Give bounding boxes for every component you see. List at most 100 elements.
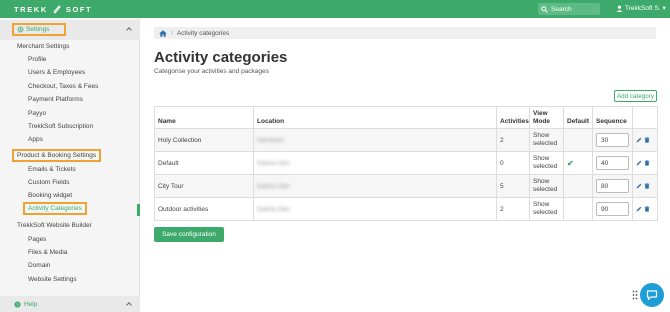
cell-view-mode: Show selected xyxy=(529,174,564,198)
trash-icon[interactable] xyxy=(644,206,650,212)
trash-icon[interactable] xyxy=(644,137,650,143)
help-icon: ? xyxy=(14,300,21,308)
caret-down-icon: ▾ xyxy=(662,5,666,12)
trash-icon[interactable] xyxy=(644,183,650,189)
brand-left: TREKK xyxy=(14,4,48,14)
cell-name: Default xyxy=(154,151,254,175)
user-name: TrekkSoft S. xyxy=(625,4,661,12)
cell-actions xyxy=(632,174,658,198)
sequence-input[interactable]: 80 xyxy=(596,179,629,193)
sequence-input[interactable]: 90 xyxy=(596,202,629,216)
cell-location: Hamilwer xyxy=(253,128,497,152)
cell-view-mode: Show selected xyxy=(529,128,564,152)
cell-default xyxy=(563,174,593,198)
edit-icon[interactable] xyxy=(636,160,642,166)
user-menu[interactable]: TrekkSoft S. ▾ xyxy=(616,4,666,12)
help-section[interactable]: ? Help xyxy=(0,296,140,312)
location-value: Hamilwer xyxy=(257,136,285,144)
cell-actions xyxy=(632,151,658,175)
cell-default xyxy=(563,128,593,152)
col-view-mode: View Mode xyxy=(529,106,564,129)
help-label: Help xyxy=(24,300,38,308)
sidebar-item-custom-fields[interactable]: Custom Fields xyxy=(28,179,70,186)
cell-location: Dalma Oen xyxy=(253,151,497,175)
sidebar-item-website-settings[interactable]: Website Settings xyxy=(28,276,77,283)
table-row: Default Dalma Oen 0 Show selected ✔ 40 xyxy=(154,151,658,175)
rocket-logo-icon xyxy=(53,5,61,14)
page-subtitle: Categorise your activities and packages xyxy=(154,68,269,75)
sidebar-item-profile[interactable]: Profile xyxy=(28,56,46,63)
cell-default xyxy=(563,197,593,221)
cell-location: Dalma Oen xyxy=(253,174,497,198)
col-activities: Activities xyxy=(496,106,530,129)
sidebar-item-checkout[interactable]: Checkout, Taxes & Fees xyxy=(28,83,98,90)
table-row: Holy Collection Hamilwer 2 Show selected 30 xyxy=(154,128,658,152)
default-check-icon: ✔ xyxy=(567,158,574,168)
location-value: Dalma Oen xyxy=(257,159,290,167)
sidebar-item-activity-categories[interactable]: Activity Categories xyxy=(23,202,87,215)
col-name: Name xyxy=(154,106,254,129)
sidebar-item-pages[interactable]: Pages xyxy=(28,236,46,243)
settings-label: Settings xyxy=(26,26,50,33)
sidebar-item-payment-platforms[interactable]: Payment Platforms xyxy=(28,96,83,103)
cell-location: Dalma Oen xyxy=(253,197,497,221)
top-bar: TREKK SOFT Search TrekkSoft S. ▾ xyxy=(0,0,670,18)
breadcrumb: / Activity categories xyxy=(154,27,656,39)
breadcrumb-current: Activity categories xyxy=(176,29,230,37)
chat-button[interactable] xyxy=(640,283,664,307)
sidebar-item-booking-widget[interactable]: Booking widget xyxy=(28,192,72,199)
save-configuration-button[interactable]: Save configuration xyxy=(154,227,224,242)
sidebar-item-subscription[interactable]: TrekkSoft Subscription xyxy=(28,123,93,130)
edit-icon[interactable] xyxy=(636,137,642,143)
sidebar-item-files-media[interactable]: Files & Media xyxy=(28,249,67,256)
gear-icon xyxy=(17,26,24,33)
sidebar-website-header[interactable]: TrekkSoft Website Builder xyxy=(17,222,92,229)
page-title: Activity categories xyxy=(154,49,288,66)
col-actions xyxy=(632,106,658,129)
cell-sequence: 90 xyxy=(592,197,633,221)
home-icon[interactable] xyxy=(159,29,167,37)
svg-text:?: ? xyxy=(16,302,19,308)
search-box[interactable]: Search xyxy=(538,3,600,15)
sidebar: Settings Merchant Settings Profile Users… xyxy=(0,18,140,312)
sidebar-merchant-header[interactable]: Merchant Settings xyxy=(17,43,69,50)
sidebar-product-header[interactable]: Product & Booking Settings xyxy=(12,149,102,162)
cell-actions xyxy=(632,128,658,152)
add-category-button[interactable]: Add category xyxy=(614,90,657,102)
cell-name: Holy Collection xyxy=(154,128,254,152)
settings-section[interactable]: Settings xyxy=(0,20,140,40)
row-actions xyxy=(636,160,654,166)
cell-default: ✔ xyxy=(563,151,593,175)
row-actions xyxy=(636,206,654,212)
sequence-input[interactable]: 30 xyxy=(596,133,629,147)
sidebar-item-payyo[interactable]: Payyo xyxy=(28,110,46,117)
sidebar-item-apps[interactable]: Apps xyxy=(28,136,43,143)
cell-activities: 0 xyxy=(496,151,530,175)
sidebar-item-domain[interactable]: Domain xyxy=(28,262,50,269)
chat-icon xyxy=(646,289,658,300)
sidebar-item-emails[interactable]: Emails & Tickets xyxy=(28,166,76,173)
sidebar-item-users[interactable]: Users & Employees xyxy=(28,69,85,76)
cell-name: City Tour xyxy=(154,174,254,198)
chevron-up-icon[interactable] xyxy=(126,27,132,33)
sequence-input[interactable]: 40 xyxy=(596,156,629,170)
brand-logo[interactable]: TREKK SOFT xyxy=(14,4,92,14)
col-default: Default xyxy=(563,106,593,129)
grid-dots-icon[interactable] xyxy=(632,290,638,300)
active-indicator xyxy=(137,204,140,216)
location-value: Dalma Oen xyxy=(257,205,290,213)
edit-icon[interactable] xyxy=(636,183,642,189)
settings-header[interactable]: Settings xyxy=(12,23,66,36)
cell-sequence: 40 xyxy=(592,151,633,175)
brand-right: SOFT xyxy=(65,4,93,14)
trash-icon[interactable] xyxy=(644,160,650,166)
cell-activities: 2 xyxy=(496,197,530,221)
search-label: Search xyxy=(551,5,572,13)
table-row: Outdoor activities Dalma Oen 2 Show selecte… xyxy=(154,197,658,221)
cell-activities: 2 xyxy=(496,128,530,152)
categories-table: Name Location Activities View Mode Defau… xyxy=(154,106,658,221)
cell-name: Outdoor activities xyxy=(154,197,254,221)
col-sequence: Sequence xyxy=(592,106,633,129)
edit-icon[interactable] xyxy=(636,206,642,212)
chevron-up-icon[interactable] xyxy=(126,302,132,308)
